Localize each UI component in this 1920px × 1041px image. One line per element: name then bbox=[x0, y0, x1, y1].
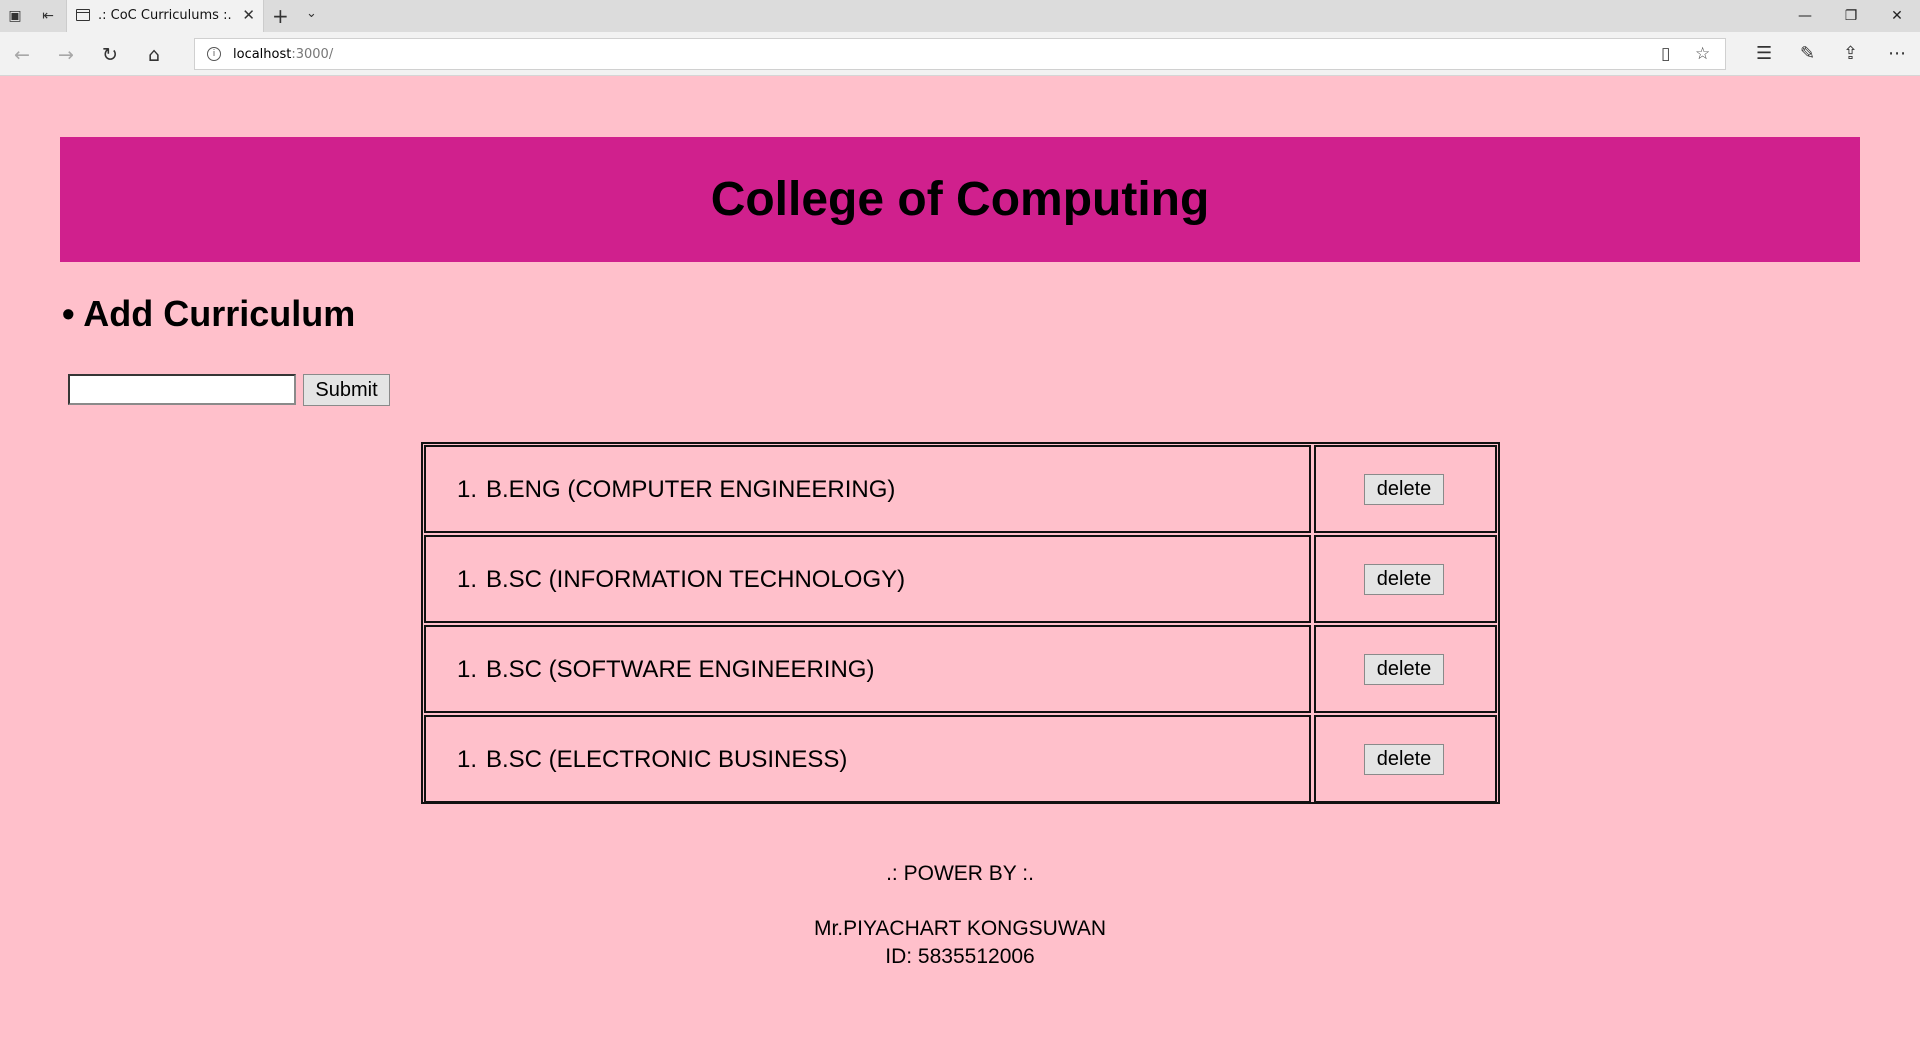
minimize-icon[interactable]: — bbox=[1782, 0, 1828, 32]
page-favicon-icon bbox=[76, 9, 90, 21]
list-number: 1. bbox=[457, 566, 478, 593]
curriculum-name-cell: 1. B.ENG (COMPUTER ENGINEERING) bbox=[424, 445, 1311, 533]
share-icon[interactable]: ⇪ bbox=[1843, 43, 1858, 64]
browser-toolbar: ← → ↻ ⌂ i localhost:3000/ ▯ ☆ ☰ ✎ ⇪ ⋯ bbox=[0, 32, 1920, 76]
curriculum-name-cell: 1. B.SC (ELECTRONIC BUSINESS) bbox=[424, 715, 1311, 803]
back-arrow-icon[interactable]: ← bbox=[9, 42, 35, 68]
submit-button[interactable]: Submit bbox=[303, 374, 390, 406]
page-header: College of Computing bbox=[60, 137, 1860, 262]
list-number: 1. bbox=[457, 476, 478, 503]
delete-button[interactable]: delete bbox=[1364, 744, 1444, 775]
refresh-icon[interactable]: ↻ bbox=[97, 42, 123, 68]
delete-button[interactable]: delete bbox=[1364, 654, 1444, 685]
table-row: 1. B.SC (INFORMATION TECHNOLOGY) delete bbox=[424, 535, 1497, 623]
tab-title: .: CoC Curriculums :. bbox=[98, 8, 232, 23]
favorites-hub-icon[interactable]: ☰ bbox=[1756, 43, 1772, 64]
browser-tab-active[interactable]: .: CoC Curriculums :. ✕ bbox=[66, 0, 264, 32]
reading-view-icon[interactable]: ▯ bbox=[1661, 44, 1670, 64]
list-number: 1. bbox=[457, 656, 478, 683]
restore-icon[interactable]: ❐ bbox=[1828, 0, 1874, 32]
close-tab-icon[interactable]: ✕ bbox=[242, 6, 255, 24]
favorite-star-icon[interactable]: ☆ bbox=[1695, 44, 1710, 64]
new-tab-icon[interactable]: + bbox=[272, 4, 289, 28]
curriculum-name-cell: 1. B.SC (SOFTWARE ENGINEERING) bbox=[424, 625, 1311, 713]
address-url[interactable]: localhost:3000/ bbox=[233, 47, 333, 62]
curriculum-name-cell: 1. B.SC (INFORMATION TECHNOLOGY) bbox=[424, 535, 1311, 623]
curriculum-table: 1. B.ENG (COMPUTER ENGINEERING) delete 1… bbox=[421, 442, 1500, 804]
footer-author: Mr.PIYACHART KONGSUWAN bbox=[813, 917, 1107, 940]
chevron-down-icon[interactable]: ⌄ bbox=[306, 6, 317, 21]
forward-arrow-icon[interactable]: → bbox=[53, 42, 79, 68]
site-info-icon[interactable]: i bbox=[207, 47, 221, 61]
table-row: 1. B.ENG (COMPUTER ENGINEERING) delete bbox=[424, 445, 1497, 533]
browser-tab-bar: ▣ ⇤ .: CoC Curriculums :. ✕ + ⌄ — ❐ ✕ bbox=[0, 0, 1920, 32]
more-options-icon[interactable]: ⋯ bbox=[1888, 43, 1906, 64]
tab-manager-icon[interactable]: ▣ bbox=[4, 5, 26, 27]
action-cell: delete bbox=[1314, 445, 1497, 533]
set-tabs-aside-icon[interactable]: ⇤ bbox=[37, 5, 59, 27]
action-cell: delete bbox=[1314, 625, 1497, 713]
pen-notes-icon[interactable]: ✎ bbox=[1800, 43, 1815, 64]
curriculum-input[interactable] bbox=[68, 374, 296, 405]
action-cell: delete bbox=[1314, 715, 1497, 803]
curriculum-name: B.SC (SOFTWARE ENGINEERING) bbox=[486, 656, 875, 683]
address-bar[interactable]: i localhost:3000/ ▯ ☆ bbox=[194, 38, 1726, 70]
delete-button[interactable]: delete bbox=[1364, 474, 1444, 505]
delete-button[interactable]: delete bbox=[1364, 564, 1444, 595]
footer-student-id: ID: 5835512006 bbox=[885, 945, 1035, 968]
page-title: College of Computing bbox=[710, 173, 1210, 226]
section-title: • Add Curriculum bbox=[62, 293, 356, 334]
curriculum-name: B.SC (INFORMATION TECHNOLOGY) bbox=[486, 566, 906, 593]
action-cell: delete bbox=[1314, 535, 1497, 623]
home-icon[interactable]: ⌂ bbox=[141, 42, 167, 68]
table-row: 1. B.SC (ELECTRONIC BUSINESS) delete bbox=[424, 715, 1497, 803]
footer-power-by: .: POWER BY :. bbox=[886, 862, 1034, 885]
table-row: 1. B.SC (SOFTWARE ENGINEERING) delete bbox=[424, 625, 1497, 713]
curriculum-name: B.ENG (COMPUTER ENGINEERING) bbox=[486, 476, 896, 503]
curriculum-name: B.SC (ELECTRONIC BUSINESS) bbox=[486, 746, 848, 773]
list-number: 1. bbox=[457, 746, 478, 773]
close-window-icon[interactable]: ✕ bbox=[1874, 0, 1920, 32]
